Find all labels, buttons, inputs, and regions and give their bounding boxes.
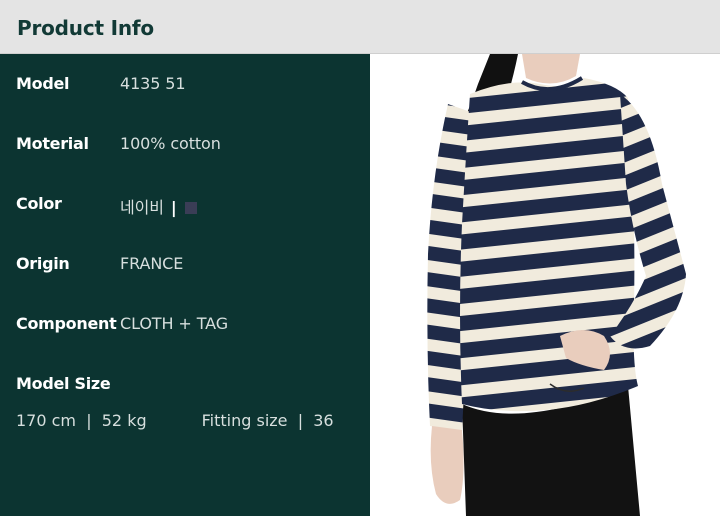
model-size-label: Model Size: [16, 374, 111, 393]
color-label: Color: [16, 194, 62, 213]
fitting-size-label: Fitting size: [201, 411, 288, 430]
color-value: 네이비: [120, 198, 164, 217]
model-illustration: [427, 54, 686, 516]
page-title: Product Info: [17, 16, 154, 40]
component-value: CLOTH + TAG: [120, 314, 228, 333]
model-value: 4135 51: [120, 74, 186, 93]
fitting-size-value: 36: [313, 411, 334, 430]
product-info-header: Product Info: [0, 0, 720, 54]
color-swatch: [184, 202, 197, 214]
material-label: Moterial: [16, 134, 89, 153]
model-weight: 52 kg: [101, 411, 147, 430]
origin-label: Origin: [16, 254, 70, 273]
model-height: 170 cm: [16, 411, 77, 430]
product-info-panel: Model 4135 51 Moterial 100% cotton Color…: [0, 54, 370, 516]
model-size-line: 170 cm | 52 kg Fitting size | 36: [16, 411, 334, 430]
model-photo: [370, 54, 720, 516]
origin-value: FRANCE: [120, 254, 184, 273]
color-separator: |: [170, 198, 177, 217]
model-label: Model: [16, 74, 70, 93]
component-label: Component: [16, 314, 117, 333]
color-value-group: 네이비 |: [120, 194, 197, 218]
material-value: 100% cotton: [120, 134, 221, 153]
